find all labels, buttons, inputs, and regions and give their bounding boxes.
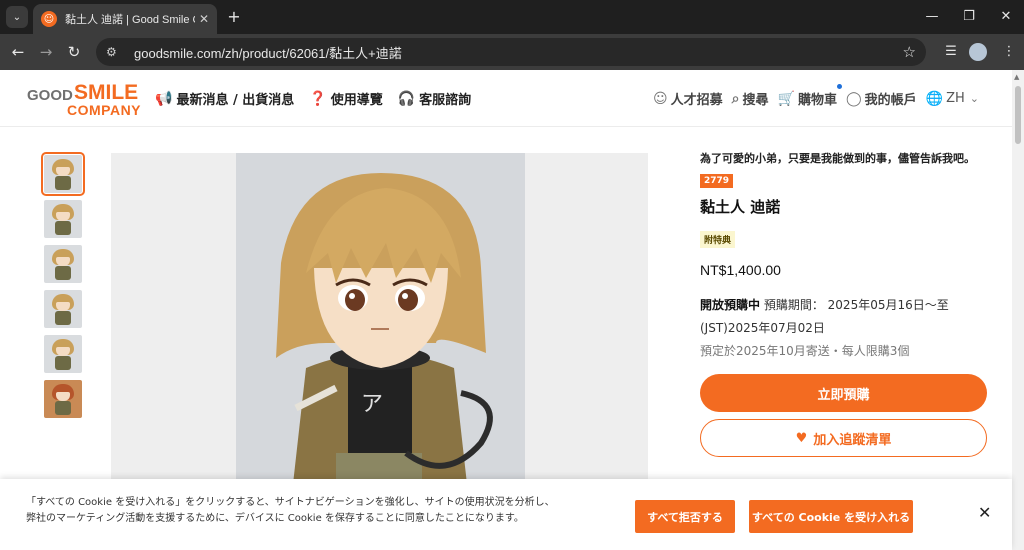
product-thumbnail[interactable] (41, 152, 85, 196)
nav-account-label: 我的帳戶 (864, 93, 917, 108)
shipping-note: 預定於2025年10月寄送・每人限購3個 (700, 344, 910, 358)
nav-news-label: 最新消息 / 出貨消息 (176, 93, 295, 108)
cart-notification-dot (836, 84, 842, 89)
product-info-panel: 為了可愛的小弟，只要是我能做到的事，儘管告訴我吧。 2779 黏土人 迪諾 附特… (700, 150, 990, 457)
address-bar[interactable]: ⚙ goodsmile.com/zh/product/62061/黏土人+迪諾 … (96, 38, 926, 66)
headset-icon: 🎧 (397, 90, 416, 107)
product-thumbnail[interactable] (44, 200, 82, 238)
site-info-icon[interactable]: ⚙ (106, 45, 124, 59)
nav-news[interactable]: 📢 最新消息 / 出貨消息 (155, 89, 295, 109)
chevron-down-icon: ⌄ (969, 92, 979, 105)
browser-tab-strip: ⌄ ☺ 黏土人 迪諾 | Good Smile Company ✕ + — ❐ … (0, 0, 1024, 34)
main-nav: 📢 最新消息 / 出貨消息 ❓ 使用導覽 🎧 客服諮詢 (155, 89, 486, 109)
language-selector[interactable]: 🌐 ZH ⌄ (926, 91, 982, 107)
url-text[interactable]: goodsmile.com/zh/product/62061/黏土人+迪諾 (134, 43, 402, 62)
nav-guide[interactable]: ❓ 使用導覽 (309, 89, 383, 109)
logo-company-text: COMPANY (67, 102, 142, 118)
browser-tab-active[interactable]: ☺ 黏土人 迪諾 | Good Smile Company ✕ (33, 4, 217, 34)
bookmark-star-icon[interactable]: ☆ (903, 43, 916, 61)
add-to-wishlist-button[interactable]: ♥ 加入追蹤清單 (700, 419, 987, 457)
preorder-status: 開放預購中 (700, 298, 761, 312)
preorder-now-button[interactable]: 立即預購 (700, 374, 987, 412)
heart-icon: ♥ (795, 430, 808, 446)
restore-window-icon[interactable]: ❐ (957, 6, 981, 28)
good-smile-company-logo[interactable]: GOOD SMILE COMPANY (27, 81, 142, 118)
scroll-up-arrow-icon[interactable]: ▲ (1014, 73, 1019, 81)
product-thumbnail[interactable] (44, 380, 82, 418)
smile-icon: ☺ (653, 90, 668, 107)
nav-cart[interactable]: 🛒 購物車 (777, 84, 842, 108)
back-arrow-icon[interactable]: ← (7, 41, 29, 63)
product-main-image[interactable]: ア (111, 153, 648, 493)
product-thumbnail[interactable] (44, 335, 82, 373)
nav-cart-label: 購物車 (797, 93, 837, 108)
tab-close-icon[interactable]: ✕ (199, 12, 209, 26)
accept-all-cookies-button[interactable]: すべての Cookie を受け入れる (749, 500, 913, 533)
wishlist-button-label: 加入追蹤清單 (813, 432, 892, 448)
product-thumbnail-list (41, 152, 85, 425)
page-scrollbar[interactable]: ▲ (1012, 70, 1024, 550)
utility-nav: ☺ 人才招募 ⌕ 搜尋 🛒 購物車 ◯ 我的帳戶 🌐 ZH ⌄ (644, 84, 982, 109)
close-window-icon[interactable]: ✕ (994, 6, 1018, 28)
megaphone-icon: 📢 (155, 90, 173, 107)
reject-all-cookies-button[interactable]: すべて拒否する (635, 500, 735, 533)
forward-arrow-icon[interactable]: → (35, 41, 57, 63)
product-thumbnail[interactable] (44, 245, 82, 283)
nav-search-label: 搜尋 (742, 93, 769, 108)
nav-support-label: 客服諮詢 (419, 93, 472, 108)
cookie-consent-banner: 「すべての Cookie を受け入れる」をクリックすると、サイトナビゲーションを… (0, 479, 1012, 550)
tab-title: 黏土人 迪諾 | Good Smile Company (65, 14, 195, 26)
nav-account[interactable]: ◯ 我的帳戶 (845, 89, 917, 109)
preorder-info: 開放預購中 預購期間： 2025年05月16日～至(JST)2025年07月02… (700, 294, 990, 340)
site-header: GOOD SMILE COMPANY 📢 最新消息 / 出貨消息 ❓ 使用導覽 … (0, 70, 1012, 127)
nav-support[interactable]: 🎧 客服諮詢 (397, 89, 472, 109)
reload-icon[interactable]: ↻ (63, 41, 85, 63)
product-thumbnail[interactable] (44, 290, 82, 328)
tab-search-button[interactable]: ⌄ (6, 6, 28, 28)
profile-avatar[interactable] (969, 43, 987, 61)
cookie-consent-text: 「すべての Cookie を受け入れる」をクリックすると、サイトナビゲーションを… (26, 497, 555, 524)
browser-menu-icon[interactable]: ⋮ (998, 41, 1020, 63)
product-title: 黏土人 迪諾 (700, 198, 781, 216)
user-icon: ◯ (845, 90, 862, 107)
nav-careers-label: 人才招募 (670, 93, 723, 108)
logo-good-text: GOOD (27, 87, 73, 104)
language-label: ZH (946, 91, 965, 106)
scrollbar-thumb[interactable] (1015, 86, 1021, 144)
nav-careers[interactable]: ☺ 人才招募 (653, 89, 723, 109)
nav-search[interactable]: ⌕ 搜尋 (731, 89, 769, 109)
product-number-badge: 2779 (700, 174, 734, 188)
globe-icon: 🌐 (925, 90, 944, 107)
cart-icon: 🛒 (777, 90, 795, 107)
site-favicon-icon: ☺ (41, 11, 57, 27)
search-icon: ⌕ (731, 90, 740, 107)
logo-smile-text: SMILE (74, 81, 139, 104)
new-tab-button[interactable]: + (224, 6, 244, 28)
guide-icon: ❓ (309, 90, 327, 107)
minimize-window-icon[interactable]: — (920, 6, 944, 28)
close-icon[interactable]: ✕ (978, 503, 991, 522)
bonus-badge: 附特典 (700, 231, 736, 248)
nendoroid-figure-image: ア (236, 153, 525, 493)
nav-guide-label: 使用導覽 (330, 93, 383, 108)
browser-toolbar: ← → ↻ ⚙ goodsmile.com/zh/product/62061/黏… (0, 34, 1024, 70)
product-price: NT$1,400.00 (700, 262, 781, 278)
product-tagline: 為了可愛的小弟，只要是我能做到的事，儘管告訴我吧。 (700, 152, 975, 165)
reading-list-icon[interactable]: ☰ (940, 41, 962, 63)
svg-text:ア: ア (361, 392, 383, 417)
